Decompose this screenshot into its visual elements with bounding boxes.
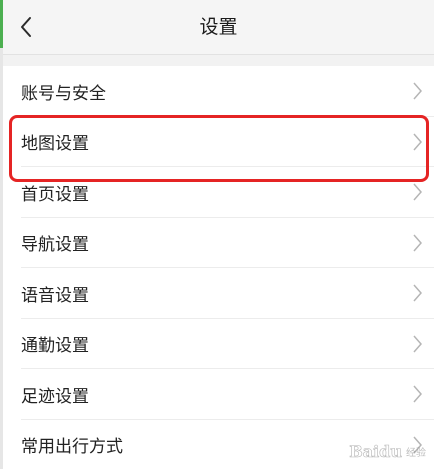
menu-item-label: 足迹设置 — [21, 386, 89, 407]
menu-item-label: 通勤设置 — [21, 336, 89, 357]
menu-item-label: 账号与安全 — [21, 83, 106, 104]
chevron-right-icon — [413, 234, 422, 252]
menu-item-label: 语音设置 — [21, 285, 89, 306]
navigation-bar: 设置 — [3, 0, 434, 55]
menu-item-map-settings[interactable]: 地图设置 — [3, 117, 434, 168]
menu-item-label: 导航设置 — [21, 235, 89, 256]
menu-item-navigation-settings[interactable]: 导航设置 — [3, 218, 434, 269]
page-title: 设置 — [199, 16, 238, 38]
menu-item-voice-settings[interactable]: 语音设置 — [3, 268, 434, 319]
chevron-right-icon — [413, 183, 422, 201]
chevron-right-icon — [413, 284, 422, 302]
chevron-right-icon — [413, 335, 422, 353]
menu-item-travel-mode[interactable]: 常用出行方式 — [3, 420, 434, 469]
chevron-right-icon — [413, 385, 422, 403]
chevron-right-icon — [413, 133, 422, 151]
menu-item-commute-settings[interactable]: 通勤设置 — [3, 319, 434, 370]
settings-menu-list: 账号与安全 地图设置 首页设置 导航设置 语音设置 通勤设置 足迹设置 常用出行… — [3, 66, 434, 469]
chevron-right-icon — [413, 436, 422, 454]
chevron-right-icon — [413, 82, 422, 100]
menu-item-label: 地图设置 — [21, 134, 89, 155]
menu-item-label: 常用出行方式 — [21, 437, 123, 458]
menu-item-footprint-settings[interactable]: 足迹设置 — [3, 369, 434, 420]
menu-item-home-settings[interactable]: 首页设置 — [3, 167, 434, 218]
menu-item-account-security[interactable]: 账号与安全 — [3, 66, 434, 117]
menu-item-label: 首页设置 — [21, 184, 89, 205]
